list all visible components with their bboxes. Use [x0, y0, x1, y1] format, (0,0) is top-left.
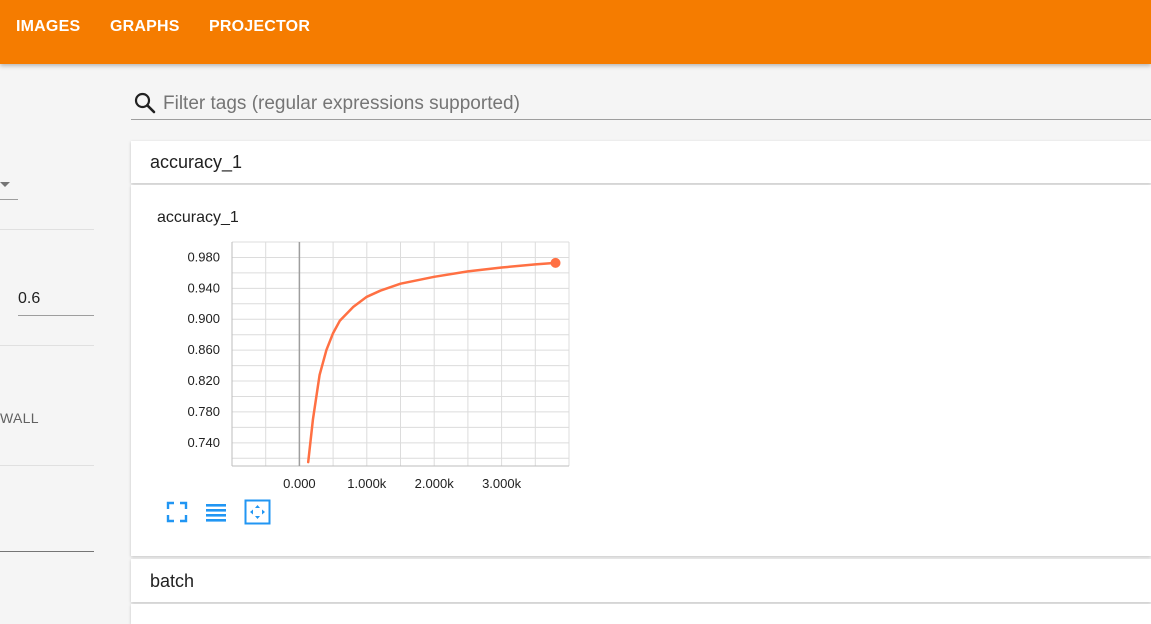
tag-filter	[131, 88, 1151, 120]
y-tick-label: 0.900	[187, 311, 220, 326]
fit-domain-icon[interactable]	[244, 499, 271, 525]
sidebar-divider	[0, 229, 94, 230]
tab-images[interactable]: IMAGES	[16, 16, 80, 38]
search-icon	[133, 91, 157, 115]
category-card-header[interactable]: batch	[131, 559, 1151, 602]
smoothing-input-underline	[18, 315, 94, 316]
sidebar-divider	[0, 465, 94, 466]
series-line	[308, 263, 555, 462]
x-tick-label: 2.000k	[415, 476, 455, 491]
category-card-header[interactable]: accuracy_1	[131, 141, 1151, 183]
runs-filter-underline[interactable]	[0, 551, 94, 552]
tab-projector[interactable]: PROJECTOR	[209, 16, 310, 38]
y-tick-label: 0.740	[187, 435, 220, 450]
tag-filter-input[interactable]	[161, 90, 1125, 118]
y-tick-label: 0.980	[187, 249, 220, 264]
series-last-point	[551, 258, 561, 268]
x-tick-label: 1.000k	[347, 476, 387, 491]
chart-grid	[232, 242, 569, 466]
tab-graphs[interactable]: GRAPHS	[110, 16, 180, 38]
dropdown-arrow-icon[interactable]	[0, 182, 10, 187]
chart-title: accuracy_1	[157, 209, 239, 227]
sidebar-divider	[0, 345, 94, 346]
accuracy-chart[interactable]: 0.980 0.940 0.900 0.860 0.820 0.780 0.740 0.000…	[155, 235, 575, 495]
y-tick-label: 0.820	[187, 373, 220, 388]
y-tick-label: 0.780	[187, 404, 220, 419]
category-title: accuracy_1	[150, 152, 242, 173]
category-title: batch	[150, 571, 194, 592]
toggle-log-scale-icon[interactable]	[204, 500, 228, 524]
smoothing-input[interactable]: 0.6	[18, 290, 94, 308]
horizontal-axis-option-wall[interactable]: WALL	[0, 410, 39, 426]
chart-ticks: 0.980 0.940 0.900 0.860 0.820 0.780 0.740 0.000…	[187, 249, 521, 491]
category-card-body	[131, 604, 1151, 624]
y-tick-label: 0.940	[187, 280, 220, 295]
x-tick-label: 0.000	[283, 476, 316, 491]
fullscreen-icon[interactable]	[165, 500, 189, 524]
y-tick-label: 0.860	[187, 342, 220, 357]
dropdown-underline	[0, 199, 18, 200]
x-tick-label: 3.000k	[482, 476, 522, 491]
top-toolbar: IMAGES GRAPHS PROJECTOR	[0, 0, 1151, 64]
